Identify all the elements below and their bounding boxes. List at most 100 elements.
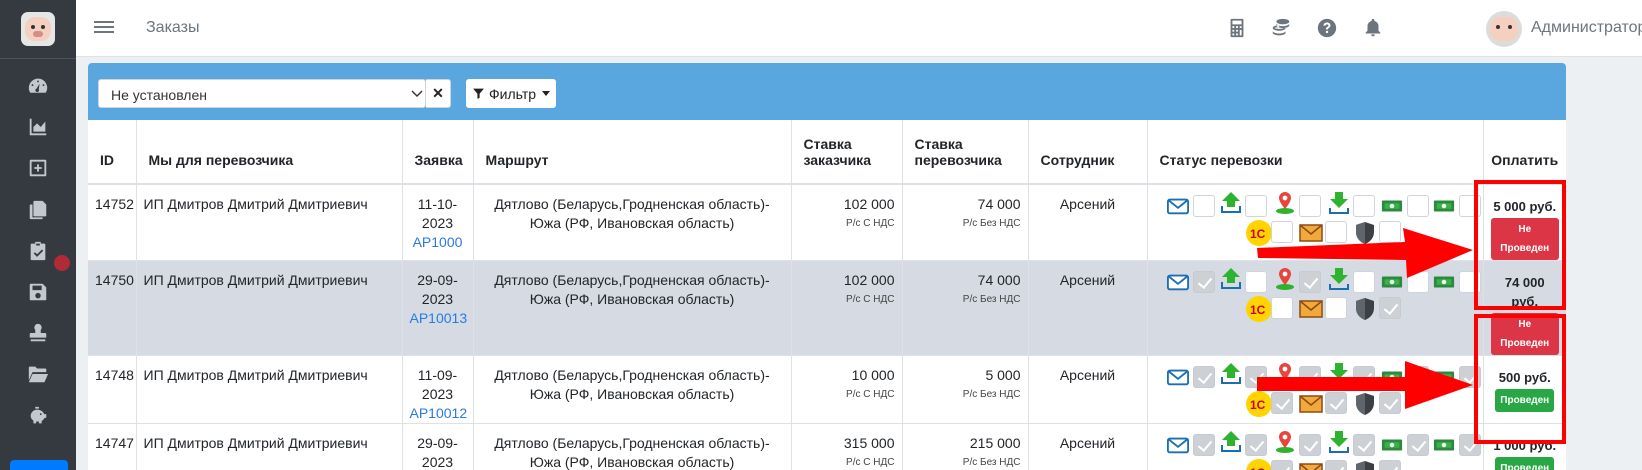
col-header-pay[interactable]: Оплатить xyxy=(1483,120,1566,185)
status-checkbox[interactable] xyxy=(1244,195,1267,217)
mail-icon[interactable] xyxy=(1166,195,1189,217)
shield-icon[interactable] xyxy=(1353,297,1375,320)
col-header-employee[interactable]: Сотрудник xyxy=(1028,120,1148,185)
status-checkbox[interactable] xyxy=(1192,434,1215,456)
status-checkbox[interactable] xyxy=(1270,460,1293,470)
status-checkbox[interactable] xyxy=(1298,434,1321,456)
cell-id: 14750 xyxy=(88,260,137,356)
request-link[interactable]: AP10012 xyxy=(410,405,468,421)
status-checkbox[interactable] xyxy=(1352,195,1375,217)
sidebar-item-folder[interactable] xyxy=(0,354,76,394)
cell-customer-rate: 102 000 Р/с С НДС xyxy=(791,184,903,261)
pay-status-badge: Проведен xyxy=(1495,457,1555,470)
onec-icon[interactable]: 1С xyxy=(1245,295,1272,322)
mail-icon[interactable] xyxy=(1166,434,1189,456)
help-icon[interactable] xyxy=(1316,17,1338,39)
col-header-customer-rate[interactable]: Ставка заказчика xyxy=(791,120,903,185)
status-checkbox[interactable] xyxy=(1324,460,1347,470)
app-logo[interactable] xyxy=(21,12,55,46)
user-name[interactable]: Администратор xyxy=(1531,19,1642,37)
customer-rate-note: Р/с С НДС xyxy=(846,294,895,305)
col-header-id[interactable]: ID xyxy=(88,120,137,185)
money-icon[interactable] xyxy=(1433,434,1455,456)
pin-icon[interactable] xyxy=(1273,430,1295,453)
logo-icon xyxy=(25,17,51,41)
status-checkbox[interactable] xyxy=(1324,297,1347,319)
sidebar-item-add[interactable] xyxy=(0,148,76,188)
calculator-icon[interactable] xyxy=(1226,17,1248,39)
status-checkbox[interactable] xyxy=(1406,434,1429,456)
download-icon[interactable] xyxy=(1327,430,1349,453)
piggy-bank-icon xyxy=(30,406,47,424)
request-link[interactable]: AP1000 xyxy=(413,234,463,250)
coins-icon[interactable] xyxy=(1270,17,1292,39)
pin-icon[interactable] xyxy=(1273,191,1295,214)
status-checkbox[interactable] xyxy=(1270,297,1293,319)
status-checkbox[interactable] xyxy=(1244,434,1267,456)
sidebar-item-chart[interactable] xyxy=(0,107,76,147)
cell-id: 14752 xyxy=(88,184,137,261)
envelope-icon[interactable] xyxy=(1298,297,1323,319)
menu-toggle-icon[interactable] xyxy=(94,18,114,38)
sidebar-bottom-button[interactable] xyxy=(10,460,68,470)
download-icon[interactable] xyxy=(1327,191,1349,214)
mail-icon[interactable] xyxy=(1166,366,1189,388)
money-icon[interactable] xyxy=(1433,195,1455,217)
upload-icon[interactable] xyxy=(1219,430,1241,452)
status-checkbox[interactable] xyxy=(1298,195,1321,217)
stamp-icon xyxy=(29,323,47,342)
sidebar-item-stamp[interactable] xyxy=(0,313,76,353)
folder-open-icon xyxy=(28,366,49,383)
cell-company: ИП Дмитров Дмитрий Дмитриевич xyxy=(136,260,403,356)
status-checkbox[interactable] xyxy=(1378,297,1401,319)
col-header-status[interactable]: Статус перевозки xyxy=(1147,120,1484,185)
sidebar-item-finance[interactable] xyxy=(0,396,76,436)
money-icon[interactable] xyxy=(1381,195,1403,217)
filter-button-label: Фильтр xyxy=(488,85,537,102)
upload-icon[interactable] xyxy=(1219,191,1241,213)
status-checkbox[interactable] xyxy=(1352,434,1375,456)
sidebar-item-save[interactable] xyxy=(0,272,76,312)
status-checkbox[interactable] xyxy=(1378,460,1401,470)
user-avatar[interactable] xyxy=(1486,11,1522,47)
request-date: 29-09-2023 xyxy=(417,435,458,470)
upload-icon[interactable] xyxy=(1219,267,1241,289)
col-header-route[interactable]: Маршрут xyxy=(473,120,792,185)
shield-icon[interactable] xyxy=(1353,460,1375,470)
request-link[interactable]: AP10013 xyxy=(410,310,468,326)
status-select[interactable]: Не установлен xyxy=(98,79,426,108)
status-group: 1С xyxy=(1155,431,1481,470)
col-header-request[interactable]: Заявка xyxy=(402,120,474,185)
sidebar-item-copy[interactable] xyxy=(0,190,76,230)
chevron-down-icon[interactable] xyxy=(411,86,423,97)
cell-company: ИП Дмитров Дмитрий Дмитриевич xyxy=(136,355,403,424)
customer-rate-value: 315 000 xyxy=(843,435,895,451)
cell-carrier-rate: 215 000 Р/с Без НДС xyxy=(902,423,1029,470)
caret-down-icon xyxy=(542,91,551,96)
envelope-icon[interactable] xyxy=(1298,460,1323,470)
status-checkbox[interactable] xyxy=(1406,195,1429,217)
status-checkbox[interactable] xyxy=(1192,366,1215,388)
onec-icon[interactable]: 1С xyxy=(1245,458,1272,470)
chart-area-icon xyxy=(29,118,47,136)
sidebar-item-dashboard[interactable] xyxy=(0,66,76,106)
dashboard-icon xyxy=(28,78,48,93)
money-icon[interactable] xyxy=(1381,434,1403,456)
upload-icon[interactable] xyxy=(1219,362,1241,384)
col-header-carrier-rate[interactable]: Ставка перевозчика xyxy=(902,120,1029,185)
filter-icon xyxy=(473,88,484,99)
status-checkbox[interactable] xyxy=(1192,195,1215,217)
cell-request: 11-10-2023 AP1000 xyxy=(402,184,474,261)
request-date: 29-09-2023 xyxy=(417,272,458,307)
status-checkbox[interactable] xyxy=(1192,271,1215,293)
svg-text:1С: 1С xyxy=(1250,466,1266,470)
filter-button[interactable]: Фильтр xyxy=(466,79,556,108)
cell-route: Дятлово (Беларусь,Гродненская область)-Ю… xyxy=(473,260,792,356)
col-header-company[interactable]: Мы для перевозчика xyxy=(136,120,403,185)
table-row[interactable]: 14747 ИП Дмитров Дмитрий Дмитриевич 29-0… xyxy=(88,423,1566,470)
highlight-box-paid xyxy=(1474,314,1566,444)
mail-icon[interactable] xyxy=(1166,271,1189,293)
clear-select-button[interactable]: ✕ xyxy=(426,79,451,108)
carrier-rate-value: 74 000 xyxy=(977,272,1021,288)
bell-icon[interactable] xyxy=(1362,17,1384,39)
